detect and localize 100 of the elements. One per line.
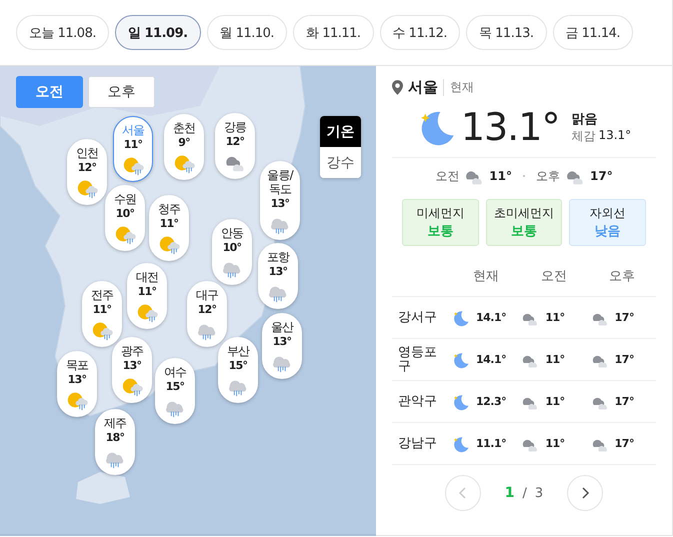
table-temperature: 11° (545, 311, 565, 324)
city-name: 울산 (270, 320, 295, 334)
layer-toggle[interactable]: 기온 (320, 116, 361, 147)
city-temperature: 12° (198, 303, 216, 316)
current-page: 1 (504, 485, 515, 501)
city-temperature: 15° (166, 380, 184, 393)
column-header: 현재 (472, 268, 500, 285)
column-header: 오후 (608, 268, 636, 285)
next-page-button[interactable] (567, 475, 604, 511)
city-temperature: 13° (272, 335, 292, 348)
city-name: 여수 (162, 365, 188, 379)
date-tab[interactable]: 목 11.13. (466, 15, 547, 50)
separator-dot (523, 175, 525, 177)
time-label: 현재 (443, 79, 474, 96)
city-temperature: 13° (68, 373, 86, 386)
city-name: 전주 (90, 288, 114, 302)
period-toggle[interactable]: 오후 (88, 76, 155, 108)
moon-icon (452, 308, 470, 326)
city-name: 서울 (120, 123, 146, 137)
city-temperature: 11° (124, 138, 142, 151)
layer-toggle[interactable]: 강수 (320, 147, 361, 178)
city-temperature: 18° (106, 431, 124, 444)
air-quality-label: 초미세먼지 (494, 205, 554, 222)
city-marker[interactable]: 부산 15° (218, 337, 258, 403)
city-marker[interactable]: 제주 18° (95, 409, 135, 475)
city-marker[interactable]: 여수 15° (155, 358, 195, 424)
city-temperature: 11° (92, 303, 112, 316)
moon-icon (452, 350, 470, 368)
city-marker[interactable]: 울릉/독도 13° (260, 161, 300, 240)
table-temperature: 11° (545, 395, 565, 408)
district-name: 강서구 (397, 310, 438, 324)
city-name: 광주 (120, 344, 144, 358)
table-temperature: 11° (545, 437, 565, 450)
am-temperature: 11° (489, 169, 512, 183)
date-tab[interactable]: 오늘 11.08. (16, 15, 109, 50)
location-name: 서울 (408, 78, 438, 97)
city-temperature: 9° (178, 136, 190, 149)
city-temperature: 12° (226, 135, 244, 148)
city-temperature: 11° (160, 217, 178, 230)
city-temperature: 13° (270, 197, 290, 210)
city-marker[interactable]: 목포 13° (57, 351, 97, 417)
air-quality-value: 보통 (427, 223, 454, 240)
city-name: 포항 (266, 250, 291, 264)
date-tab[interactable]: 화 11.11. (293, 15, 374, 50)
date-tab[interactable]: 일 11.09. (114, 15, 201, 50)
table-temperature: 12.3° (476, 395, 506, 408)
city-marker[interactable]: 울산 13° (262, 313, 302, 379)
table-temperature: 17° (614, 395, 634, 408)
date-tab[interactable]: 월 11.10. (206, 15, 288, 50)
pm-temperature: 17° (590, 169, 613, 183)
table-temperature: 11° (545, 353, 565, 366)
city-marker[interactable]: 광주 13° (112, 337, 152, 403)
island-drawing (76, 470, 132, 506)
city-temperature: 12° (78, 161, 96, 174)
city-name: 대구 (194, 288, 220, 302)
page-separator: / (522, 486, 527, 500)
total-pages: 3 (534, 486, 544, 500)
city-temperature: 15° (228, 359, 248, 372)
city-name: 강릉 (222, 120, 248, 134)
city-temperature: 13° (122, 359, 142, 372)
air-quality-label: 자외선 (590, 205, 626, 222)
air-quality-value: 낮음 (594, 223, 621, 240)
city-name: 수원 (112, 192, 138, 206)
location-pin-icon (392, 80, 403, 95)
city-name: 부산 (226, 344, 251, 358)
city-name: 대전 (134, 270, 160, 284)
city-name: 청주 (156, 202, 182, 216)
moon-icon (452, 392, 470, 410)
city-temperature: 13° (268, 265, 288, 278)
city-marker[interactable]: 포항 13° (258, 243, 298, 309)
current-temperature: 13.1° (460, 105, 560, 149)
table-temperature: 17° (614, 311, 634, 324)
city-name: 안동 (220, 226, 244, 240)
table-temperature: 17° (614, 353, 634, 366)
feels-like-value: 13.1° (598, 128, 632, 144)
city-name: 목포 (64, 358, 90, 372)
city-name: 제주 (102, 416, 128, 430)
table-temperature: 14.1° (476, 353, 506, 366)
air-quality-value: 보통 (511, 223, 537, 240)
moon-icon (452, 434, 470, 452)
table-temperature: 14.1° (476, 311, 506, 324)
city-name: 울릉/독도 (266, 168, 294, 196)
district-name: 강남구 (397, 436, 438, 450)
city-name: 인천 (74, 146, 100, 160)
date-tab[interactable]: 수 11.12. (380, 15, 460, 50)
chevron-left-icon (458, 486, 468, 500)
air-quality-label: 미세먼지 (416, 205, 464, 222)
district-name: 영등포구 (397, 346, 438, 374)
city-name: 춘천 (172, 121, 196, 135)
date-tab[interactable]: 금 11.14. (552, 15, 633, 50)
feels-like-label: 체감 (571, 128, 596, 144)
am-label: 오전 (435, 168, 460, 184)
city-temperature: 10° (222, 241, 242, 254)
city-temperature: 11° (138, 285, 156, 298)
chevron-right-icon (580, 486, 590, 500)
column-header: 오전 (540, 268, 568, 285)
weather-condition: 맑음 (571, 110, 598, 128)
table-temperature: 11.1° (476, 437, 506, 450)
city-temperature: 10° (116, 207, 134, 220)
table-temperature: 17° (614, 437, 634, 450)
